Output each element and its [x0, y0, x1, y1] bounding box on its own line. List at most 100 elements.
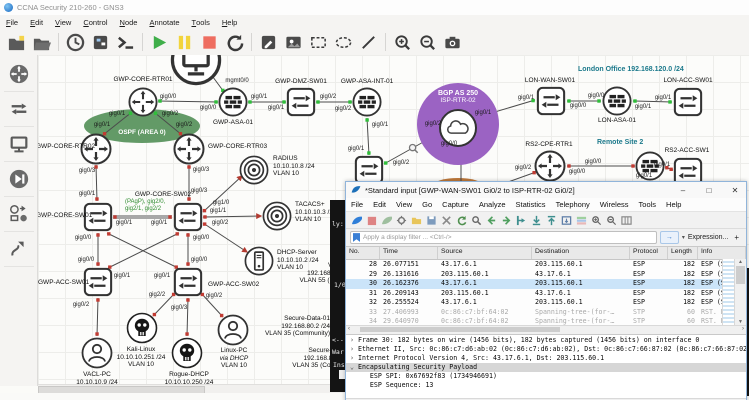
display-filter-input[interactable]: Apply a display filter ... <Ctrl-/> — [350, 231, 657, 244]
packet-row-31[interactable]: 3126.209143203.115.60.143.17.6.1ESP182ES… — [346, 289, 746, 299]
zoom-in-button[interactable] — [391, 31, 414, 53]
detail-line-2[interactable]: › Internet Protocol Version 4, Src: 43.1… — [346, 354, 746, 363]
node-rs2-cpe-rtr1[interactable] — [534, 150, 566, 182]
node-gwp-core-sw02[interactable] — [173, 202, 203, 232]
detail-line-5[interactable]: ESP Sequence: 13 — [346, 381, 746, 390]
draw-line-button[interactable] — [357, 31, 380, 53]
node-gwp-asa-int-01[interactable] — [352, 87, 382, 117]
ws-menu-analyze[interactable]: Analyze — [474, 200, 511, 209]
ws-menu-go[interactable]: Go — [417, 200, 437, 209]
node-gwp-dmz-sw01[interactable] — [286, 87, 316, 117]
screenshot-button[interactable] — [441, 31, 464, 53]
go-to-packet-button[interactable] — [515, 214, 527, 226]
packet-details-pane[interactable]: › Frame 30: 182 bytes on wire (1456 bits… — [346, 334, 746, 398]
save-file-button[interactable] — [425, 214, 437, 226]
node-gwp-acc-sw02[interactable] — [173, 267, 203, 297]
detail-line-1[interactable]: › Ethernet II, Src: 0c:86:c7:d6:ab:02 (0… — [346, 345, 746, 354]
node-rogue-dhcp[interactable] — [171, 337, 203, 369]
ws-menu-wireless[interactable]: Wireless — [595, 200, 634, 209]
zoom-out-button[interactable] — [605, 214, 617, 226]
column-header-no[interactable]: No. — [346, 247, 380, 259]
column-header-protocol[interactable]: Protocol — [630, 247, 668, 259]
node-gwp-asa-01[interactable] — [218, 87, 248, 117]
gns3-menu-control[interactable]: Control — [77, 15, 113, 29]
packet-list-vscrollbar[interactable]: ▲▼ — [734, 259, 746, 325]
scroll-up-arrow[interactable]: ▲ — [735, 259, 746, 265]
find-packet-button[interactable] — [470, 214, 482, 226]
node-mgmt-pc[interactable] — [170, 55, 222, 86]
go-last-button[interactable] — [545, 214, 557, 226]
vscroll-thumb[interactable] — [736, 266, 745, 284]
column-header-source[interactable]: Source — [438, 247, 532, 259]
ws-menu-view[interactable]: View — [391, 200, 417, 209]
gns3-menu-edit[interactable]: Edit — [24, 15, 49, 29]
hscroll-thumb[interactable] — [360, 327, 560, 332]
node-lon-acc-sw01[interactable] — [673, 87, 703, 117]
ws-menu-statistics[interactable]: Statistics — [511, 200, 551, 209]
close-button[interactable]: ✕ — [724, 182, 746, 198]
go-forward-button[interactable] — [500, 214, 512, 226]
insert-picture-button[interactable] — [282, 31, 305, 53]
node-tacacs[interactable] — [262, 201, 292, 231]
node-radius[interactable] — [239, 155, 269, 185]
gns3-menu-node[interactable]: Node — [114, 15, 144, 29]
suspend-all-button[interactable] — [173, 31, 196, 53]
console-connect-button[interactable] — [114, 31, 137, 53]
hscroll-left-arrow[interactable]: ‹ — [348, 326, 350, 332]
add-filter-button[interactable]: + — [731, 233, 742, 242]
packet-row-34[interactable]: 3429.6409700c:86:c7:bf:64:02Spanning-tre… — [346, 317, 746, 325]
gns3-menu-file[interactable]: File — [0, 15, 24, 29]
zoom-in-button[interactable] — [590, 214, 602, 226]
expression-button[interactable]: Expression... — [688, 234, 728, 241]
draw-rectangle-button[interactable] — [307, 31, 330, 53]
new-project-button[interactable] — [5, 31, 28, 53]
packet-row-28[interactable]: 2826.07715143.17.6.1203.115.60.1ESP182ES… — [346, 260, 746, 270]
draw-ellipse-button[interactable] — [332, 31, 355, 53]
palette-routers-button[interactable] — [4, 57, 34, 92]
detail-line-4[interactable]: ESP SPI: 0x67692f83 (1734946691) — [346, 372, 746, 381]
palette-all-devices-button[interactable] — [4, 197, 34, 232]
column-header-length[interactable]: Length — [668, 247, 698, 259]
node-lon-wan-sw01[interactable] — [536, 86, 566, 116]
zoom-out-button[interactable] — [416, 31, 439, 53]
start-all-button[interactable] — [148, 31, 171, 53]
node-lon-asa-01[interactable] — [602, 86, 632, 116]
ws-menu-edit[interactable]: Edit — [368, 200, 391, 209]
node-linux-pc[interactable] — [217, 314, 249, 346]
reload-file-button[interactable] — [455, 214, 467, 226]
stop-all-button[interactable] — [198, 31, 221, 53]
minimize-button[interactable]: – — [672, 182, 694, 198]
palette-end-devices-button[interactable] — [4, 127, 34, 162]
go-first-button[interactable] — [530, 214, 542, 226]
node-vacl-pc[interactable] — [81, 337, 113, 369]
reload-all-button[interactable] — [223, 31, 246, 53]
detail-line-0[interactable]: › Frame 30: 182 bytes on wire (1456 bits… — [346, 336, 746, 345]
node-dhcp-server[interactable] — [244, 246, 274, 276]
go-back-button[interactable] — [485, 214, 497, 226]
palette-add-link-button[interactable] — [4, 232, 34, 267]
packet-row-33[interactable]: 3327.4069930c:86:c7:bf:64:02Spanning-tre… — [346, 308, 746, 318]
wireshark-titlebar[interactable]: *Standard input [GWP-WAN-SW01 Gi0/2 to I… — [346, 182, 746, 198]
maximize-button[interactable]: □ — [698, 182, 720, 198]
gns3-menu-annotate[interactable]: Annotate — [143, 15, 185, 29]
ws-menu-file[interactable]: File — [346, 200, 368, 209]
filter-dropdown-caret[interactable]: ▾ — [682, 234, 685, 241]
apply-filter-button[interactable]: → — [660, 231, 679, 244]
snapshot-clock-button[interactable] — [64, 31, 87, 53]
show-labels-button[interactable] — [89, 31, 112, 53]
open-file-button[interactable] — [410, 214, 422, 226]
ws-menu-tools[interactable]: Tools — [634, 200, 662, 209]
column-header-info[interactable]: Info — [698, 247, 746, 259]
column-header-destination[interactable]: Destination — [532, 247, 630, 259]
stop-capture-button[interactable] — [365, 214, 377, 226]
hscroll-right-arrow[interactable]: › — [742, 326, 744, 332]
node-gwp-core-rtr01[interactable] — [128, 87, 158, 117]
resize-columns-button[interactable] — [620, 214, 632, 226]
detail-line-3[interactable]: ⌄ Encapsulating Security Payload — [346, 363, 746, 372]
gns3-menu-view[interactable]: View — [49, 15, 77, 29]
packet-row-32[interactable]: 3226.25552443.17.6.1203.115.60.1ESP182ES… — [346, 298, 746, 308]
start-capture-button[interactable] — [350, 214, 362, 226]
packet-list-hscrollbar[interactable]: ‹ › — [346, 325, 746, 334]
ws-menu-telephony[interactable]: Telephony — [551, 200, 595, 209]
palette-security-devices-button[interactable] — [4, 162, 34, 197]
